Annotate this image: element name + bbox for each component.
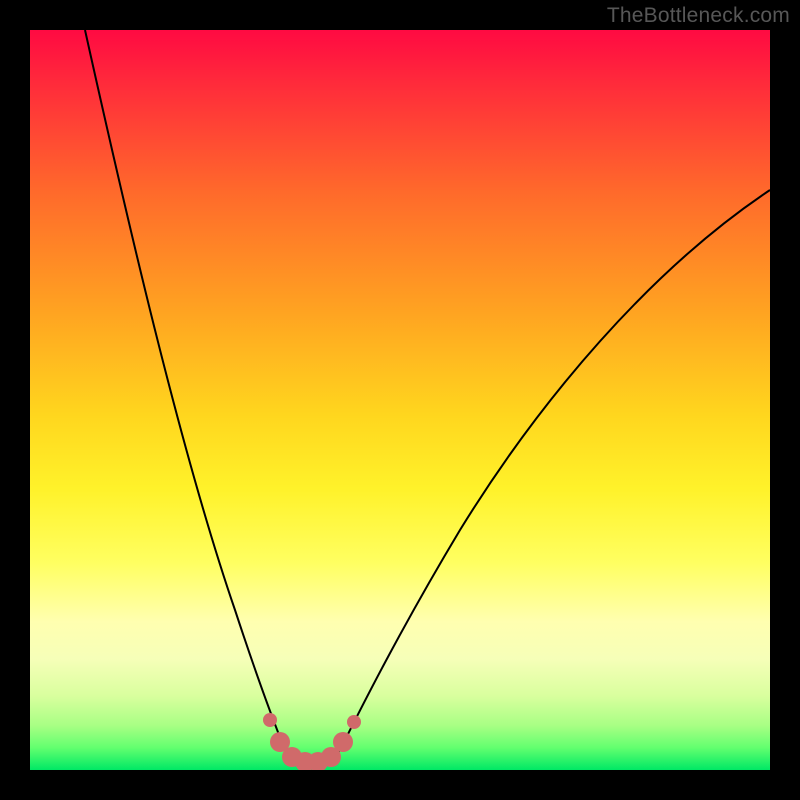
bottleneck-curve xyxy=(30,30,770,770)
chart-area xyxy=(30,30,770,770)
curve-left xyxy=(85,30,285,750)
highlight-markers xyxy=(263,713,361,770)
watermark-text: TheBottleneck.com xyxy=(607,4,790,28)
curve-right xyxy=(340,190,770,750)
